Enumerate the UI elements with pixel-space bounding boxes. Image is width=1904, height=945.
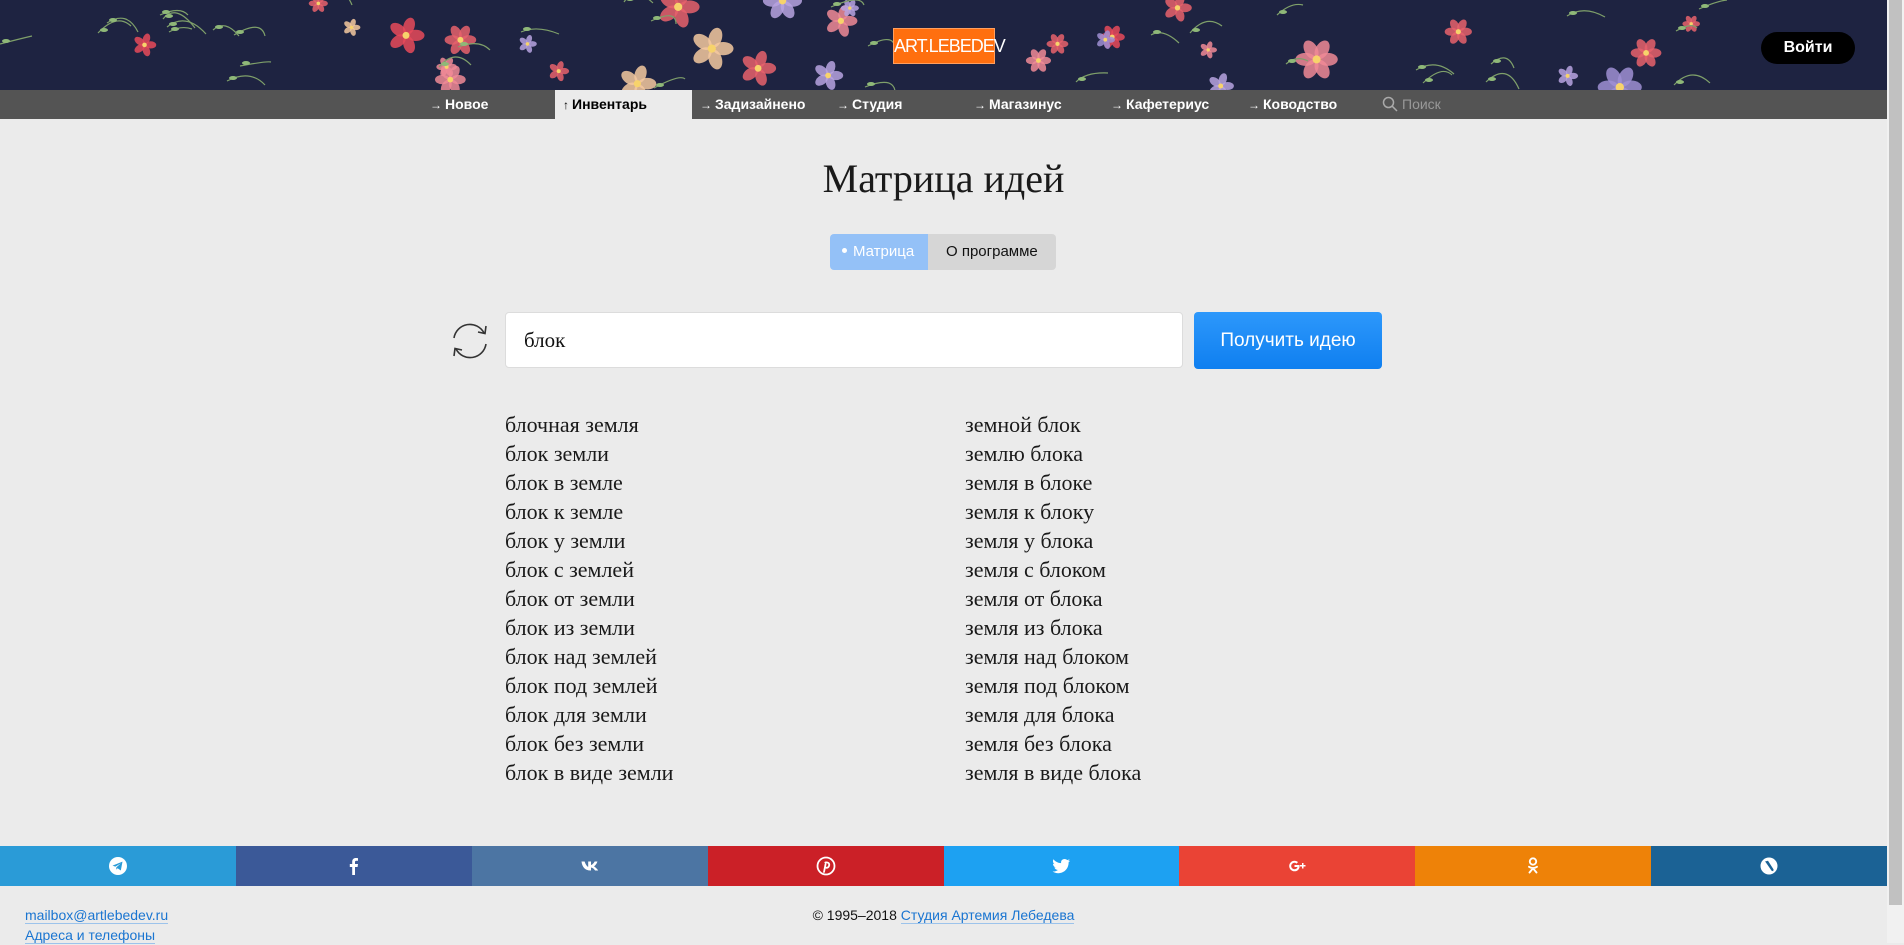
result-item: земля в блоке (965, 470, 1093, 495)
idea-input[interactable] (505, 312, 1183, 368)
arrow-right-icon: → (430, 98, 442, 112)
result-item: земля от блока (965, 586, 1103, 611)
odnoklassniki-share-button[interactable] (1415, 846, 1652, 886)
googleplus-share-button[interactable] (1179, 846, 1416, 886)
twitter-share-button[interactable] (943, 846, 1180, 886)
result-item: блок в виде земли (505, 760, 674, 785)
addresses-link[interactable]: Адреса и телефоны (25, 927, 156, 944)
odnoklassniki-icon (1528, 857, 1539, 874)
result-item: земной блок (965, 412, 1081, 437)
pinterest-share-button[interactable] (707, 846, 944, 886)
googleplus-icon (1289, 860, 1306, 872)
result-item: земля над блоком (965, 644, 1129, 669)
result-item: земля под блоком (965, 673, 1130, 698)
arrow-right-icon: → (974, 98, 986, 112)
telegram-icon (108, 857, 127, 875)
result-item: блок над землей (505, 644, 657, 669)
result-item: блок земли (505, 441, 609, 466)
header-banner: ART.LEBEDEV Войти (0, 0, 1887, 90)
arrow-right-icon: → (1111, 98, 1123, 112)
copyright: © 1995–2018 Студия Артемия Лебедева (812, 907, 1075, 924)
result-item: земля у блока (965, 528, 1094, 553)
arrow-right-icon: → (700, 98, 712, 112)
tab-about[interactable]: О программе (928, 234, 1056, 270)
result-item: землю блока (965, 441, 1084, 466)
social-share-bar (0, 846, 1887, 886)
arrow-right-icon: → (837, 98, 849, 112)
result-item: блок к земле (505, 499, 624, 524)
result-item: блок для земли (505, 702, 647, 727)
result-item: земля в виде блока (965, 760, 1142, 785)
results-left-column: блочная земля блок земли блок в земле блок … (505, 410, 673, 787)
tab-matrix[interactable]: Матрица (830, 234, 928, 270)
search-icon (1382, 96, 1398, 112)
logo[interactable]: ART.LEBEDEV (893, 28, 1006, 64)
studio-link[interactable]: Студия Артемия Лебедева (900, 907, 1075, 924)
nav-item-new[interactable]: → Новое (422, 90, 559, 119)
telegram-share-button[interactable] (0, 846, 236, 886)
nav-item-guides[interactable]: → Ководство (1240, 90, 1377, 119)
refresh-icon[interactable] (448, 319, 492, 363)
page-title: Матрица идей (822, 156, 1065, 201)
result-item: земля к блоку (965, 499, 1095, 524)
result-item: блок под землей (505, 673, 658, 698)
result-item: земля из блока (965, 615, 1103, 640)
arrow-right-icon: → (1248, 98, 1260, 112)
vk-share-button[interactable] (471, 846, 708, 886)
result-item: блок из земли (505, 615, 635, 640)
result-item: блок у земли (505, 528, 626, 553)
livejournal-icon (1760, 857, 1778, 875)
tab-switcher: Матрица О программе (830, 234, 1056, 270)
result-item: земля без блока (965, 731, 1112, 756)
bullet-icon (842, 248, 847, 253)
result-item: земля для блока (965, 702, 1115, 727)
result-item: земля с блоком (965, 557, 1106, 582)
arrow-up-icon: ↑ (563, 98, 569, 112)
facebook-icon (349, 858, 358, 875)
twitter-icon (1053, 858, 1071, 874)
result-item: блок в земле (505, 470, 623, 495)
nav-item-cafe[interactable]: → Кафетериус (1103, 90, 1240, 119)
main-nav: → Новое ↑ Инвентарь → Задизайнено → Студия →… (0, 90, 1887, 119)
result-item: блочная земля (505, 412, 639, 437)
pinterest-icon (816, 856, 835, 876)
result-item: блок с землей (505, 557, 634, 582)
livejournal-share-button[interactable] (1651, 846, 1887, 886)
nav-item-shop[interactable]: → Магазинус (966, 90, 1103, 119)
results-right-column: земной блок землю блока земля в блоке земля… (965, 410, 1141, 787)
nav-item-inventory[interactable]: ↑ Инвентарь (555, 90, 692, 119)
result-item: блок без земли (505, 731, 645, 756)
facebook-share-button[interactable] (235, 846, 472, 886)
login-button[interactable]: Войти (1761, 32, 1855, 64)
get-idea-button[interactable]: Получить идею (1194, 312, 1382, 369)
vk-icon (581, 861, 598, 871)
result-item: блок от земли (505, 586, 635, 611)
scrollbar-thumb[interactable] (1889, 0, 1902, 905)
nav-item-designed[interactable]: → Задизайнено (692, 90, 829, 119)
nav-item-studio[interactable]: → Студия (829, 90, 966, 119)
nav-search[interactable]: Поиск (1382, 90, 1441, 119)
